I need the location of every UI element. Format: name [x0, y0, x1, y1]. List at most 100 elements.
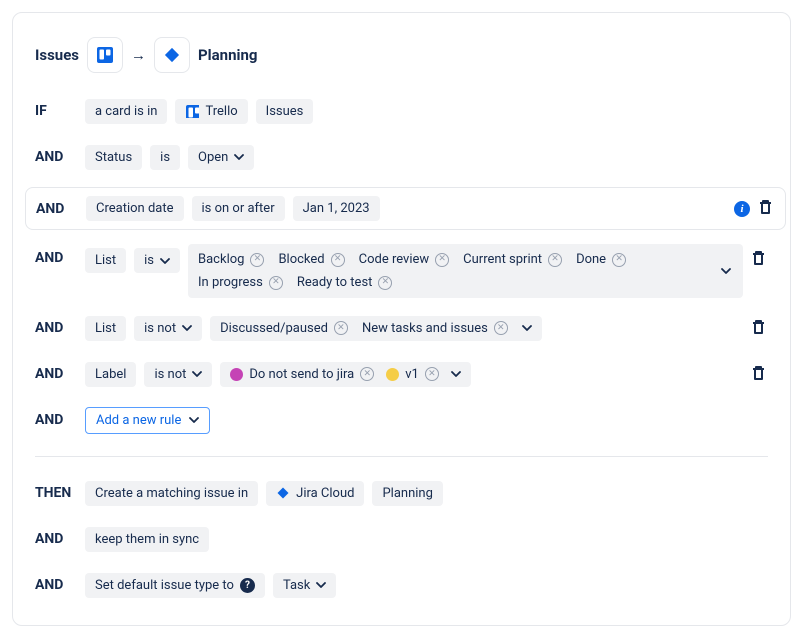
then-row-default-type: AND Set default issue type to Task — [35, 569, 768, 601]
keyword-and: AND — [35, 366, 77, 382]
label-isnot-values[interactable]: Do not send to jira v1 — [220, 362, 470, 387]
jira-icon — [154, 37, 190, 73]
chevron-down-icon — [182, 323, 192, 333]
card-in-tool: Trello — [175, 99, 247, 124]
remove-tag-button[interactable] — [378, 276, 392, 290]
list-isnot-values[interactable]: Discussed/paused New tasks and issues — [210, 316, 542, 341]
delete-button[interactable] — [751, 319, 766, 338]
remove-tag-button[interactable] — [548, 253, 562, 267]
delete-button[interactable] — [751, 365, 766, 384]
label-field: Label — [85, 362, 136, 387]
then-row-create: THEN Create a matching issue in Jira Clo… — [35, 477, 768, 509]
tag-item: Done — [576, 252, 626, 267]
label-color-dot — [386, 368, 399, 381]
remove-tag-button[interactable] — [435, 253, 449, 267]
chevron-down-icon — [522, 323, 532, 333]
creation-field: Creation date — [86, 196, 184, 221]
remove-tag-button[interactable] — [360, 367, 374, 381]
card-in-prefix: a card is in — [85, 99, 167, 124]
add-rule-label: Add a new rule — [96, 413, 181, 428]
rule-row-status: AND Status is Open — [35, 141, 768, 173]
create-prefix: Create a matching issue in — [85, 481, 258, 506]
chevron-down-icon[interactable] — [721, 266, 731, 276]
keyword-and: AND — [35, 577, 77, 593]
remove-tag-button[interactable] — [494, 321, 508, 335]
keyword-and: AND — [35, 531, 77, 547]
arrow-icon: → — [131, 46, 146, 64]
default-type-prefix: Set default issue type to — [85, 573, 265, 598]
then-row-sync: AND keep them in sync — [35, 523, 768, 555]
default-type-value: Task — [283, 578, 310, 593]
remove-tag-button[interactable] — [331, 253, 345, 267]
remove-tag-button[interactable] — [612, 253, 626, 267]
list-op-dropdown[interactable]: is — [134, 248, 180, 273]
create-container: Planning — [372, 481, 442, 506]
creation-value: Jan 1, 2023 — [293, 196, 380, 221]
card-in-tool-label: Trello — [205, 104, 237, 119]
trello-icon — [87, 37, 123, 73]
status-op: is — [150, 145, 180, 170]
rule-row-list-isnot: AND List is not Discussed/paused New tas… — [35, 312, 768, 344]
keyword-and: AND — [36, 201, 78, 217]
delete-button[interactable] — [751, 250, 766, 269]
chevron-down-icon — [189, 415, 199, 425]
rule-row-label-isnot: AND Label is not Do not send to jira v1 — [35, 358, 768, 390]
remove-tag-button[interactable] — [425, 367, 439, 381]
tag-item: Code review — [359, 252, 450, 267]
tag-item: Current sprint — [463, 252, 562, 267]
info-icon[interactable] — [734, 201, 750, 217]
label-color-dot — [230, 368, 243, 381]
create-tool: Jira Cloud — [266, 481, 364, 506]
list-is-values[interactable]: Backlog Blocked Code review Current spri… — [188, 244, 743, 298]
tag-item: New tasks and issues — [362, 321, 508, 336]
tag-item: v1 — [386, 367, 439, 382]
list-field: List — [85, 248, 126, 273]
keyword-and: AND — [35, 412, 77, 428]
flow-card: Issues → Planning IF a card is in Trello… — [12, 12, 791, 626]
remove-tag-button[interactable] — [269, 276, 283, 290]
chevron-down-icon — [234, 152, 244, 162]
card-in-container: Issues — [256, 99, 314, 124]
tag-item: Do not send to jira — [230, 367, 374, 382]
chevron-down-icon — [160, 256, 170, 266]
keyword-then: THEN — [35, 485, 77, 501]
keyword-and: AND — [35, 320, 77, 336]
section-divider — [35, 456, 768, 457]
label-op-label: is not — [154, 367, 186, 382]
list-field: List — [85, 316, 126, 341]
list-op-label: is not — [144, 321, 176, 336]
help-icon[interactable] — [240, 578, 255, 593]
remove-tag-button[interactable] — [334, 321, 348, 335]
target-title: Planning — [198, 46, 257, 64]
keyword-if: IF — [35, 103, 77, 119]
chevron-down-icon — [316, 580, 326, 590]
creation-op: is on or after — [192, 196, 285, 221]
tag-item: Backlog — [198, 252, 264, 267]
add-rule-button[interactable]: Add a new rule — [85, 407, 210, 434]
rule-row-list-is: AND List is Backlog Blocked Code review … — [35, 244, 768, 298]
keyword-and: AND — [35, 149, 77, 165]
remove-tag-button[interactable] — [250, 253, 264, 267]
rule-row-add: AND Add a new rule — [35, 404, 768, 436]
default-type-prefix-label: Set default issue type to — [95, 578, 234, 593]
keyword-and: AND — [35, 244, 77, 266]
chevron-down-icon — [451, 369, 461, 379]
list-op-dropdown[interactable]: is not — [134, 316, 202, 341]
source-title: Issues — [35, 46, 79, 64]
chevron-down-icon — [192, 369, 202, 379]
sync-label: keep them in sync — [85, 527, 209, 552]
status-value-label: Open — [198, 150, 228, 165]
status-value-dropdown[interactable]: Open — [188, 145, 254, 170]
default-type-dropdown[interactable]: Task — [273, 573, 336, 598]
flow-header: Issues → Planning — [35, 37, 768, 73]
label-op-dropdown[interactable]: is not — [144, 362, 212, 387]
delete-button[interactable] — [758, 199, 773, 218]
list-op-label: is — [144, 253, 154, 268]
rule-row-if: IF a card is in Trello Issues — [35, 95, 768, 127]
create-tool-label: Jira Cloud — [296, 486, 354, 501]
tag-item: Ready to test — [297, 275, 393, 290]
rule-row-creation[interactable]: AND Creation date is on or after Jan 1, … — [25, 187, 786, 230]
tag-item: Blocked — [278, 252, 344, 267]
status-field: Status — [85, 145, 142, 170]
tag-item: Discussed/paused — [220, 321, 348, 336]
